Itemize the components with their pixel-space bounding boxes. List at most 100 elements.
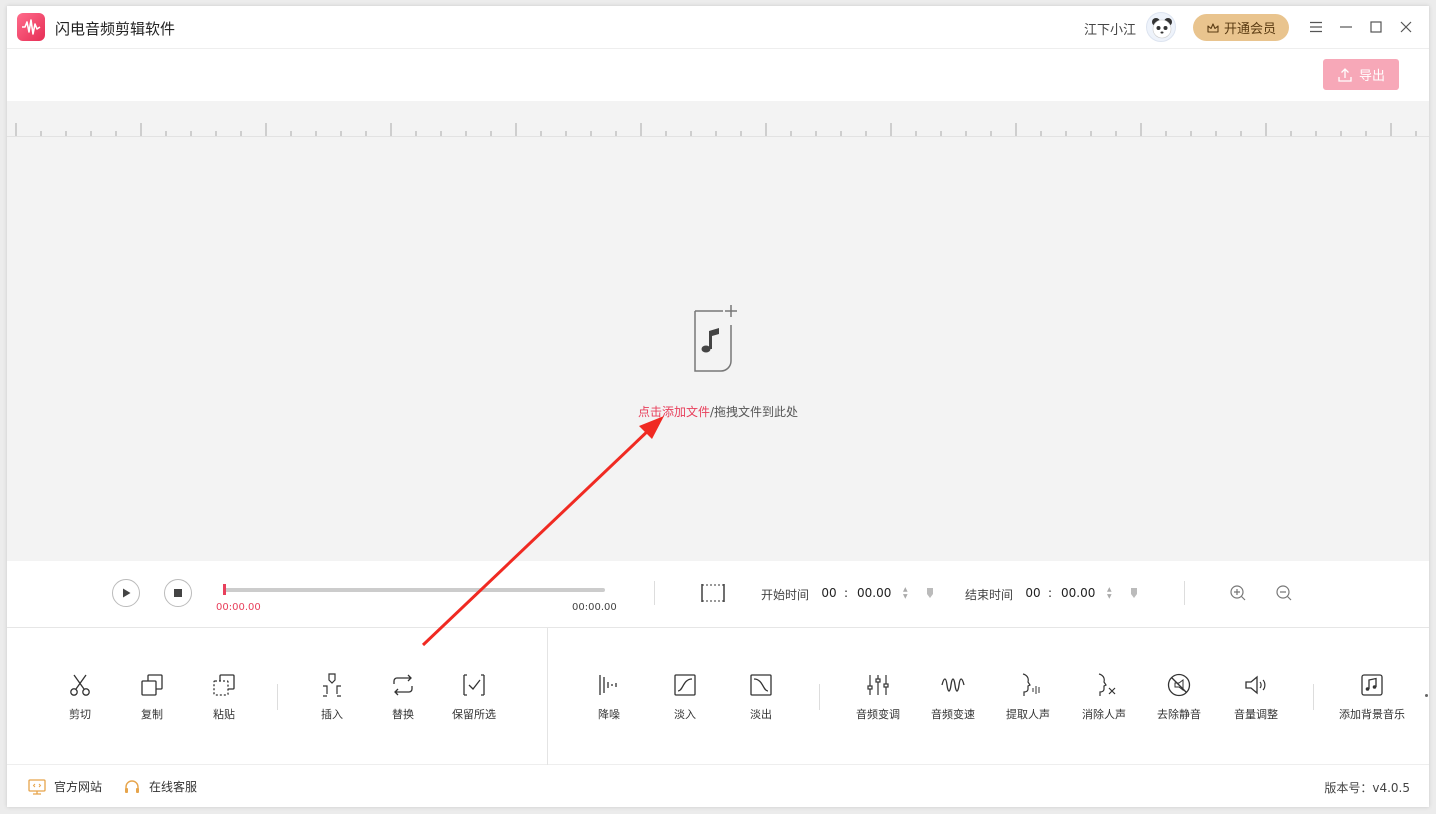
zoom-out-icon[interactable]	[1275, 584, 1293, 602]
end-ss[interactable]: 00.00	[1057, 586, 1107, 600]
wave-icon	[941, 678, 965, 692]
add-music-file-icon	[694, 305, 737, 372]
start-spinner[interactable]: ▲ ▼	[903, 586, 908, 600]
minimize-button[interactable]	[1336, 17, 1356, 37]
end-time-field[interactable]: 00 : 00.00 ▲ ▼	[1023, 582, 1112, 604]
app-title: 闪电音频剪辑软件	[55, 20, 176, 38]
drop-zone-text: 点击添加文件/拖拽文件到此处	[607, 403, 829, 420]
panel-divider	[547, 628, 548, 765]
fade-in-button[interactable]: 淡入	[645, 672, 725, 722]
zoom-in-icon[interactable]	[1229, 584, 1247, 602]
music-note-icon	[1361, 674, 1383, 696]
app-logo-icon	[17, 13, 45, 41]
end-hh[interactable]: 00	[1023, 586, 1043, 600]
stop-icon	[174, 589, 182, 597]
playhead[interactable]	[223, 584, 226, 595]
extract-voice-button[interactable]: 提取人声	[988, 672, 1068, 722]
close-button[interactable]	[1396, 17, 1416, 37]
export-label: 导出	[1358, 69, 1385, 84]
remove-silence-label: 去除静音	[1157, 708, 1201, 721]
app-window: 闪电音频剪辑软件 江下小江 开通会员 导出 点击添加文件/拖拽文件到此处 00:…	[7, 6, 1429, 807]
total-time: 00:00.00	[572, 602, 617, 613]
cut-label: 剪切	[69, 708, 91, 721]
set-start-marker-icon[interactable]	[926, 587, 934, 599]
voice-remove-icon	[1098, 673, 1116, 696]
insert-label: 插入	[321, 708, 343, 721]
export-button[interactable]: 导出	[1323, 59, 1399, 90]
set-end-marker-icon[interactable]	[1130, 587, 1138, 599]
minimize-icon	[1340, 26, 1352, 28]
separator	[1313, 684, 1314, 710]
stop-button[interactable]	[164, 579, 192, 607]
voice-extract-icon	[1022, 673, 1040, 696]
crown-icon	[1207, 22, 1219, 33]
username[interactable]: 江下小江	[1084, 19, 1136, 38]
upload-icon	[1338, 67, 1352, 82]
current-time: 00:00.00	[216, 602, 261, 613]
more-tools-indicator[interactable]	[1425, 694, 1428, 697]
add-bgm-label: 添加背景音乐	[1339, 708, 1405, 721]
keep-selection-label: 保留所选	[452, 708, 496, 721]
copy-label: 复制	[141, 708, 163, 721]
replace-label: 替换	[392, 708, 414, 721]
select-region-icon[interactable]	[700, 582, 726, 604]
separator	[819, 684, 820, 710]
remove-silence-button[interactable]: 去除静音	[1139, 672, 1219, 722]
maximize-button[interactable]	[1366, 17, 1386, 37]
keep-selection-icon	[463, 674, 485, 696]
support-label: 在线客服	[149, 780, 198, 794]
version-label: 版本号：v4.0.5	[1324, 781, 1410, 795]
denoise-button[interactable]: 降噪	[569, 672, 649, 722]
copy-button[interactable]: 复制	[112, 672, 192, 722]
start-time-field[interactable]: 00 : 00.00 ▲ ▼	[819, 582, 908, 604]
scissors-icon	[70, 674, 90, 696]
panda-avatar-icon	[1152, 18, 1172, 39]
online-support-link[interactable]: 在线客服	[123, 778, 197, 795]
keep-selection-button[interactable]: 保留所选	[434, 672, 514, 722]
fade-out-button[interactable]: 淡出	[721, 672, 801, 722]
copy-icon	[141, 674, 163, 696]
paste-label: 粘贴	[213, 708, 235, 721]
insert-icon	[323, 673, 341, 697]
menu-button[interactable]	[1306, 17, 1326, 37]
speed-button[interactable]: 音频变速	[913, 672, 993, 722]
add-file-link[interactable]: 点击添加文件	[638, 405, 710, 419]
remove-voice-button[interactable]: 消除人声	[1064, 672, 1144, 722]
headset-icon	[125, 779, 139, 793]
fade-in-label: 淡入	[674, 708, 696, 721]
separator	[1184, 581, 1185, 605]
official-website-link[interactable]: 官方网站	[28, 778, 102, 795]
monitor-icon	[28, 778, 46, 795]
fade-in-icon	[674, 674, 696, 696]
end-spinner[interactable]: ▲ ▼	[1107, 586, 1112, 600]
replace-icon	[393, 674, 413, 696]
drop-hint: /拖拽文件到此处	[709, 405, 799, 419]
progress-bar[interactable]	[223, 584, 605, 595]
cut-button[interactable]: 剪切	[40, 672, 120, 722]
mute-icon	[1167, 673, 1191, 697]
status-bar: 官方网站 在线客服 版本号：v4.0.5	[7, 765, 1429, 807]
end-time-label: 结束时间	[965, 588, 1014, 602]
close-icon	[1400, 21, 1412, 33]
waveform-editor[interactable]: 点击添加文件/拖拽文件到此处	[7, 101, 1429, 561]
title-bar: 闪电音频剪辑软件 江下小江 开通会员	[7, 6, 1429, 49]
paste-button[interactable]: 粘贴	[184, 672, 264, 722]
website-label: 官方网站	[54, 780, 103, 794]
replace-button[interactable]: 替换	[363, 672, 443, 722]
avatar[interactable]	[1146, 12, 1176, 42]
volume-button[interactable]: 音量调整	[1216, 672, 1296, 722]
vip-label: 开通会员	[1223, 22, 1276, 37]
vip-button[interactable]: 开通会员	[1193, 14, 1289, 41]
insert-button[interactable]: 插入	[292, 672, 372, 722]
start-ss[interactable]: 00.00	[853, 586, 903, 600]
extract-voice-label: 提取人声	[1006, 708, 1050, 721]
add-bgm-button[interactable]: 添加背景音乐	[1332, 672, 1412, 722]
denoise-label: 降噪	[598, 708, 620, 721]
fade-out-label: 淡出	[750, 708, 772, 721]
volume-label: 音量调整	[1234, 708, 1278, 721]
play-button[interactable]	[112, 579, 140, 607]
pitch-button[interactable]: 音频变调	[838, 672, 918, 722]
start-hh[interactable]: 00	[819, 586, 839, 600]
file-drop-zone[interactable]: 点击添加文件/拖拽文件到此处	[607, 301, 829, 421]
pitch-label: 音频变调	[856, 708, 900, 721]
